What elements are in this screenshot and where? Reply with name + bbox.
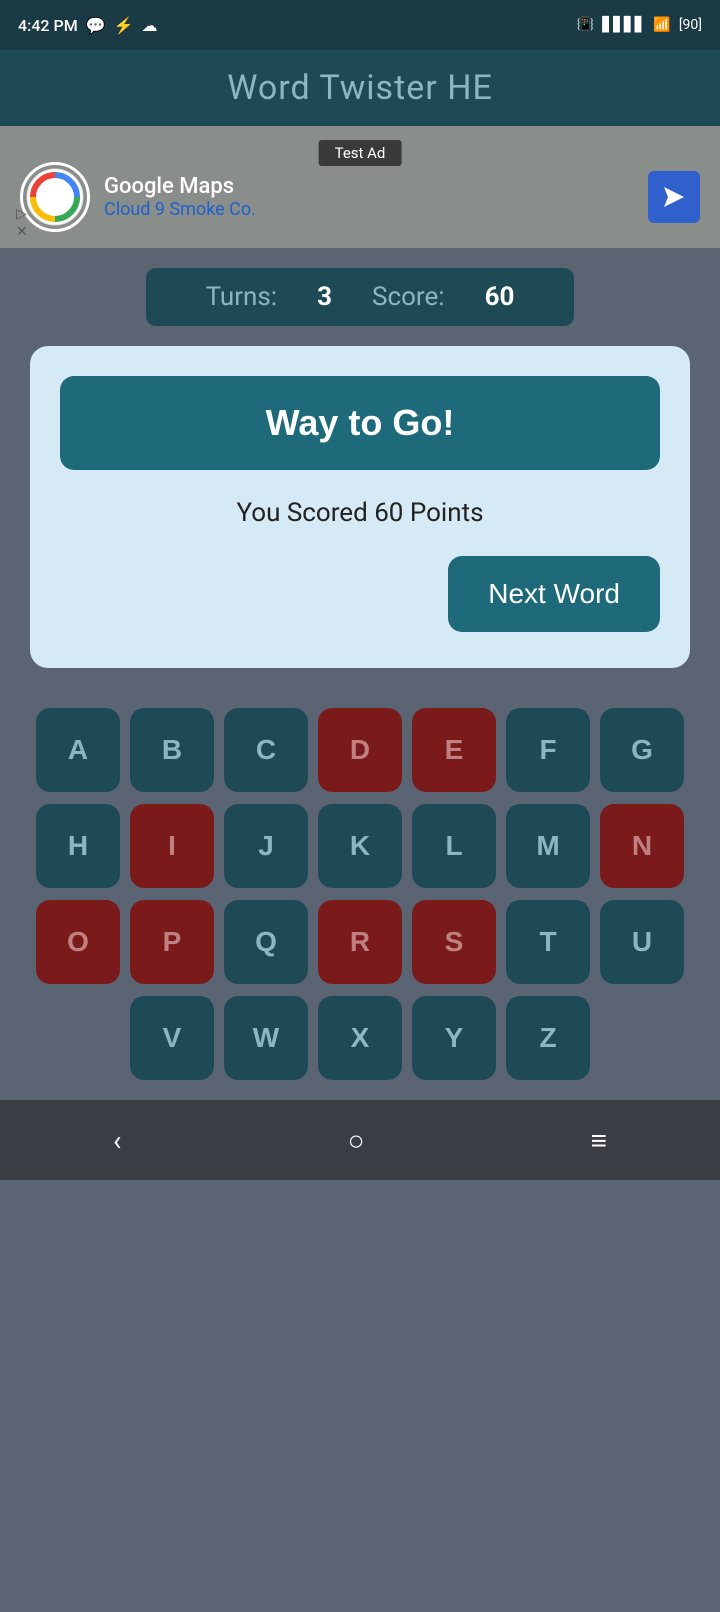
score-value: 60 [485,282,515,312]
next-word-button[interactable]: Next Word [448,556,660,632]
key-d[interactable]: D [318,708,402,792]
key-n[interactable]: N [600,804,684,888]
keyboard-section: ABCDEFG HIJKLMN OPQRSTU VWXYZ [0,688,720,1080]
ad-nav-icon[interactable] [648,171,700,223]
key-j[interactable]: J [224,804,308,888]
score-label: Score: [372,282,445,312]
ad-close-icon[interactable]: ✕ [16,224,28,240]
whatsapp-icon: 💬 [86,16,106,35]
key-row-1: HIJKLMN [10,804,710,888]
turns-value: 3 [317,282,332,312]
battery-display: [90] [679,17,702,33]
key-y[interactable]: Y [412,996,496,1080]
status-bar-right: 📳 ▋▋▋▋ 📶 [90] [577,17,702,33]
key-e[interactable]: E [412,708,496,792]
key-m[interactable]: M [506,804,590,888]
key-g[interactable]: G [600,708,684,792]
key-u[interactable]: U [600,900,684,984]
ad-label: Test Ad [319,140,402,166]
scored-text: You Scored 60 Points [236,498,483,528]
wifi-icon: 📶 [653,17,670,33]
ad-play-icon[interactable]: ▷ [16,206,28,222]
ad-subtitle: Cloud 9 Smoke Co. [104,199,634,220]
key-a[interactable]: A [36,708,120,792]
key-l[interactable]: L [412,804,496,888]
status-bar: 4:42 PM 💬 ⚡ ☁ 📳 ▋▋▋▋ 📶 [90] [0,0,720,50]
key-r[interactable]: R [318,900,402,984]
time-display: 4:42 PM [18,16,78,35]
key-w[interactable]: W [224,996,308,1080]
vibrate-icon: 📳 [577,17,594,33]
key-p[interactable]: P [130,900,214,984]
cloud-icon: ☁ [142,16,158,35]
key-row-2: OPQRSTU [10,900,710,984]
key-c[interactable]: C [224,708,308,792]
key-f[interactable]: F [506,708,590,792]
ad-logo [20,162,90,232]
way-to-go-button[interactable]: Way to Go! [60,376,660,470]
key-k[interactable]: K [318,804,402,888]
key-x[interactable]: X [318,996,402,1080]
key-row-0: ABCDEFG [10,708,710,792]
nav-bar: ‹ ○ ≡ [0,1100,720,1180]
key-h[interactable]: H [36,804,120,888]
ad-company: Google Maps [104,174,634,199]
ad-text: Google Maps Cloud 9 Smoke Co. [104,174,634,220]
modal-card: Way to Go! You Scored 60 Points Next Wor… [30,346,690,668]
key-v[interactable]: V [130,996,214,1080]
ad-controls: ▷ ✕ [16,206,28,240]
app-title: Word Twister HE [227,68,493,108]
turns-label: Turns: [206,282,278,312]
home-button[interactable]: ○ [348,1124,365,1157]
key-q[interactable]: Q [224,900,308,984]
score-bar: Turns: 3 Score: 60 [0,248,720,346]
back-button[interactable]: ‹ [113,1124,121,1157]
key-row-3: VWXYZ [10,996,710,1080]
menu-button[interactable]: ≡ [591,1124,607,1157]
key-o[interactable]: O [36,900,120,984]
key-s[interactable]: S [412,900,496,984]
key-z[interactable]: Z [506,996,590,1080]
key-i[interactable]: I [130,804,214,888]
usb-icon: ⚡ [114,16,134,35]
signal-icon: ▋▋▋▋ [602,17,645,33]
app-header: Word Twister HE [0,50,720,126]
key-t[interactable]: T [506,900,590,984]
status-bar-left: 4:42 PM 💬 ⚡ ☁ [18,16,158,35]
score-panel: Turns: 3 Score: 60 [146,268,575,326]
key-b[interactable]: B [130,708,214,792]
ad-banner: Test Ad Google Maps Cloud 9 Smoke Co. ▷ … [0,126,720,248]
